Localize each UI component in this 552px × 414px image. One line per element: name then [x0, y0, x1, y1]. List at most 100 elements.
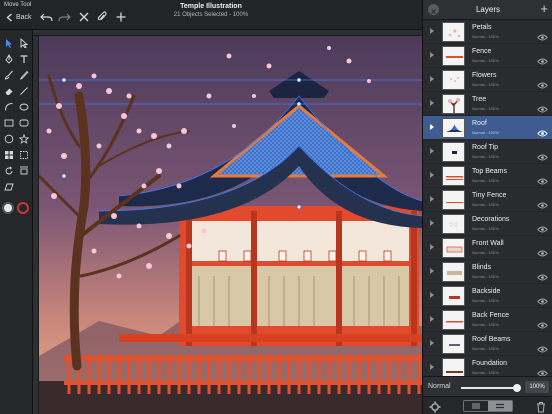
mirror-icon	[20, 166, 28, 175]
grid-tool[interactable]	[2, 148, 16, 162]
view-mode-toggle[interactable]	[463, 400, 513, 412]
shear-icon	[4, 183, 14, 191]
expand-arrow-icon[interactable]	[430, 316, 434, 322]
rotate-tool[interactable]	[2, 164, 16, 178]
transform-icon	[20, 151, 28, 159]
settings-button[interactable]	[429, 400, 441, 414]
fill-color-swatch[interactable]	[2, 202, 14, 214]
layer-name: Roof Beams	[472, 336, 511, 343]
rectangle-icon	[4, 119, 14, 127]
undo-button[interactable]	[40, 9, 53, 25]
add-layer-button[interactable]: +	[540, 2, 548, 16]
opacity-slider-knob[interactable]	[513, 384, 521, 392]
eye-icon	[537, 322, 548, 329]
layer-row[interactable]: Tiny Fence Normal - 100%	[423, 188, 552, 212]
text-icon	[20, 55, 28, 63]
drawing-canvas[interactable]	[33, 30, 422, 414]
pencil-icon	[19, 70, 29, 80]
thumbnail-view-option[interactable]	[488, 401, 512, 411]
shear-tool[interactable]	[2, 180, 16, 194]
trash-icon	[537, 402, 545, 413]
expand-arrow-icon[interactable]	[430, 268, 434, 274]
temple-illustration	[37, 36, 422, 414]
expand-arrow-icon[interactable]	[430, 364, 434, 370]
back-button[interactable]: Back	[6, 9, 32, 25]
ellipse-tool[interactable]	[17, 100, 31, 114]
layer-blend-info: Normal - 100%	[472, 298, 499, 303]
list-view-option[interactable]	[464, 401, 488, 411]
rounded-rectangle-tool[interactable]	[17, 116, 31, 130]
brush-tool[interactable]	[2, 68, 16, 82]
layer-row[interactable]: Blinds Normal - 100%	[423, 260, 552, 284]
mirror-tool[interactable]	[17, 164, 31, 178]
layer-name: Backside	[472, 288, 501, 295]
expand-arrow-icon[interactable]	[430, 292, 434, 298]
expand-arrow-icon[interactable]	[430, 172, 434, 178]
delete-button[interactable]	[79, 9, 89, 25]
expand-arrow-icon[interactable]	[430, 196, 434, 202]
select-tool[interactable]	[2, 36, 16, 50]
expand-arrow-icon[interactable]	[430, 244, 434, 250]
redo-button[interactable]	[58, 9, 71, 25]
layer-row[interactable]: Back Fence Normal - 100%	[423, 308, 552, 332]
layer-row[interactable]: Roof Tip Normal - 100%	[423, 140, 552, 164]
add-button[interactable]	[116, 9, 126, 25]
eraser-tool[interactable]	[2, 84, 16, 98]
layer-row[interactable]: Tree Normal - 100%	[423, 92, 552, 116]
rectangle-tool[interactable]	[2, 116, 16, 130]
expand-arrow-icon[interactable]	[430, 220, 434, 226]
expand-arrow-icon[interactable]	[430, 124, 434, 130]
chevron-left-icon	[6, 12, 12, 22]
brush-icon	[4, 70, 13, 80]
layer-thumbnail	[442, 22, 465, 42]
stroke-color-swatch[interactable]	[17, 202, 29, 214]
delete-layer-button[interactable]	[536, 400, 546, 414]
pencil-tool[interactable]	[17, 68, 31, 82]
circle-tool[interactable]	[2, 132, 16, 146]
text-tool[interactable]	[17, 52, 31, 66]
layer-row[interactable]: Roof Beams Normal - 100%	[423, 332, 552, 356]
visibility-toggle[interactable]	[537, 364, 548, 376]
opacity-slider-fill	[461, 387, 517, 389]
gear-icon	[429, 401, 441, 413]
eye-icon	[537, 202, 548, 209]
layer-blend-info: Normal - 100%	[472, 178, 499, 183]
layer-row[interactable]: Foundation Normal - 100%	[423, 356, 552, 376]
redo-icon	[58, 13, 71, 21]
layers-panel-header: Layers +	[423, 0, 552, 20]
layer-row[interactable]: Top Beams Normal - 100%	[423, 164, 552, 188]
expand-arrow-icon[interactable]	[430, 148, 434, 154]
expand-arrow-icon[interactable]	[430, 76, 434, 82]
expand-arrow-icon[interactable]	[430, 28, 434, 34]
layer-row[interactable]: Fence Normal - 100%	[423, 44, 552, 68]
list-view-icon	[472, 403, 480, 409]
opacity-value[interactable]: 100%	[525, 381, 549, 393]
arc-tool[interactable]	[2, 100, 16, 114]
layer-row[interactable]: Decorations Normal - 100%	[423, 212, 552, 236]
star-tool[interactable]	[17, 132, 31, 146]
transform-tool[interactable]	[17, 148, 31, 162]
layer-row[interactable]: Petals Normal - 100%	[423, 20, 552, 44]
eye-icon	[537, 58, 548, 65]
artboard[interactable]	[37, 36, 422, 414]
layer-row[interactable]: Front Wall Normal - 100%	[423, 236, 552, 260]
opacity-slider[interactable]	[461, 384, 521, 392]
line-tool[interactable]	[17, 84, 31, 98]
expand-arrow-icon[interactable]	[430, 100, 434, 106]
direct-select-tool[interactable]	[17, 36, 31, 50]
layer-thumbnail	[442, 142, 465, 162]
blend-mode-label[interactable]: Normal	[428, 383, 451, 390]
layers-panel-title: Layers	[475, 5, 500, 14]
eye-icon	[537, 226, 548, 233]
pen-tool[interactable]	[2, 52, 16, 66]
layer-blend-info: Normal - 100%	[472, 82, 499, 87]
layer-row[interactable]: Backside Normal - 100%	[423, 284, 552, 308]
layer-row[interactable]: Flowers Normal - 100%	[423, 68, 552, 92]
layer-row[interactable]: Roof Normal - 100%	[423, 116, 552, 140]
expand-arrow-icon[interactable]	[430, 340, 434, 346]
layer-name: Flowers	[472, 72, 497, 79]
eye-icon	[537, 106, 548, 113]
layer-blend-info: Normal - 100%	[472, 226, 499, 231]
attach-button[interactable]	[97, 9, 107, 25]
expand-arrow-icon[interactable]	[430, 52, 434, 58]
